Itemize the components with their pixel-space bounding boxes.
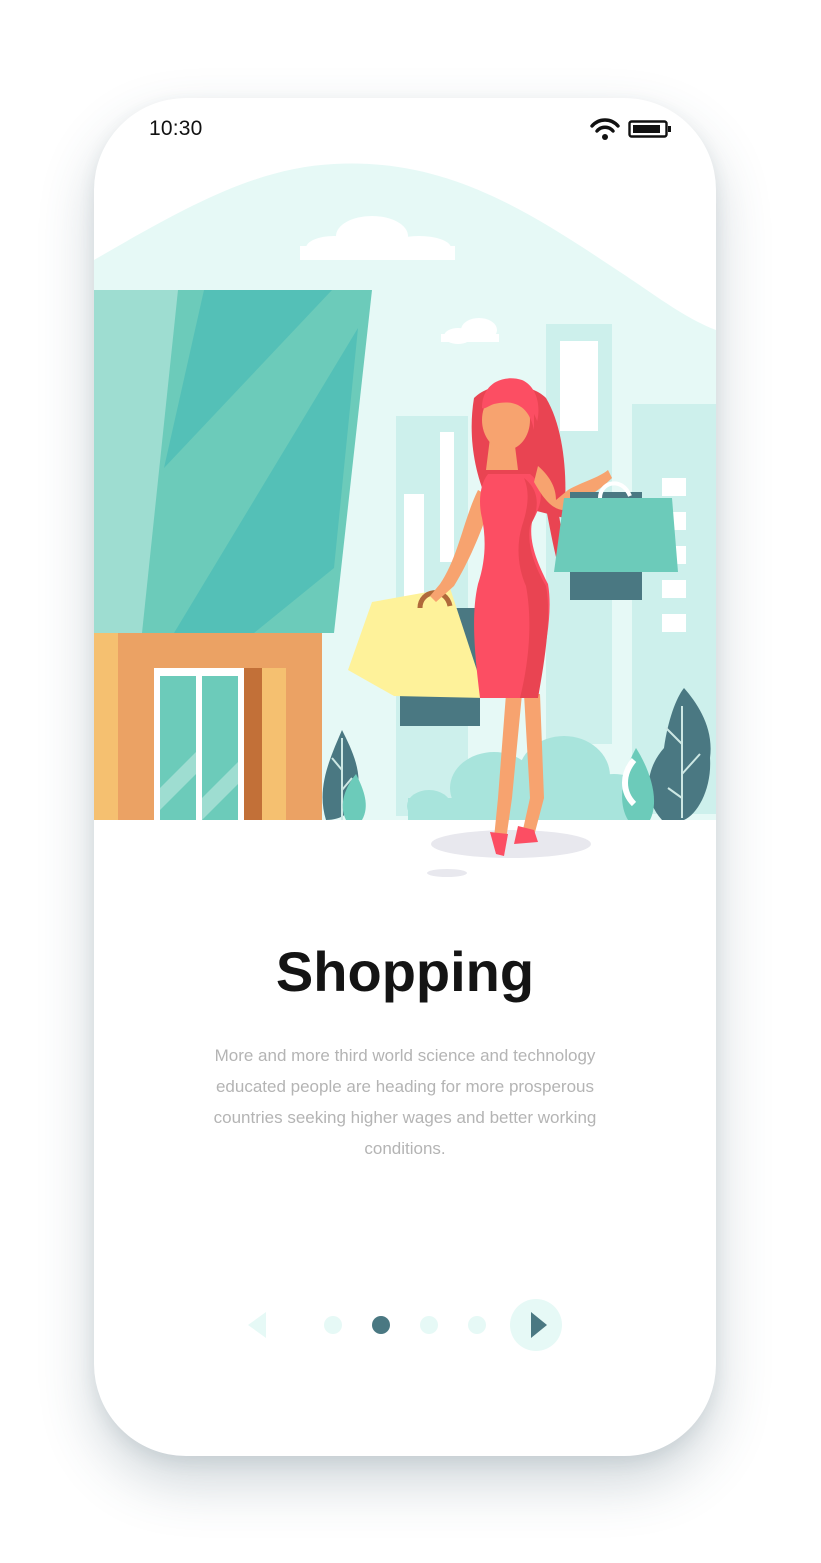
next-button[interactable] — [510, 1299, 562, 1351]
phone-frame: 10:30 Shopping More and more third world… — [94, 98, 716, 1456]
shopping-illustration — [94, 163, 716, 898]
chevron-right-icon — [531, 1312, 547, 1338]
page-dot-1[interactable] — [324, 1316, 342, 1334]
shadow — [431, 830, 591, 858]
screen: 10:30 Shopping More and more third world… — [0, 0, 821, 1563]
battery-icon — [628, 120, 671, 138]
page-dot-4[interactable] — [468, 1316, 486, 1334]
status-time: 10:30 — [149, 117, 203, 140]
page-dot-2[interactable] — [372, 1316, 390, 1334]
page-dot-3[interactable] — [420, 1316, 438, 1334]
onboarding-description: More and more third world science and te… — [213, 1046, 597, 1158]
pager — [94, 1298, 716, 1352]
chevron-left-icon[interactable] — [244, 1310, 270, 1340]
wifi-icon — [590, 118, 620, 140]
shopping-bag — [554, 498, 678, 572]
onboarding-title: Shopping — [275, 940, 535, 1003]
status-bar: 10:30 — [94, 98, 716, 160]
